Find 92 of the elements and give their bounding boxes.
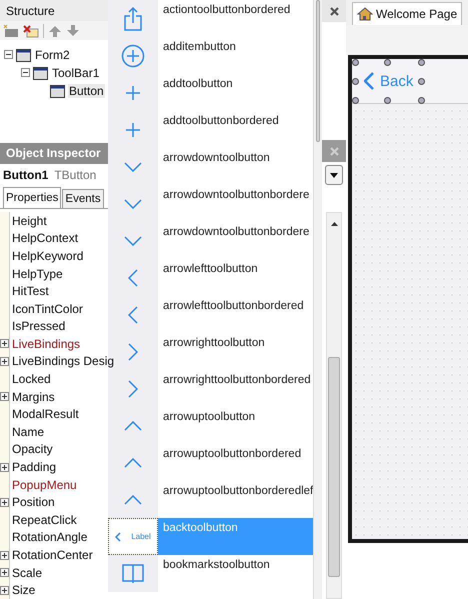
dropdown-button[interactable] bbox=[325, 165, 343, 185]
form-icon bbox=[33, 66, 48, 80]
selection-handle[interactable] bbox=[418, 78, 425, 85]
tab-label: Welcome Page bbox=[376, 7, 458, 21]
property-name[interactable]: Locked bbox=[12, 370, 114, 388]
property-name[interactable]: Name bbox=[12, 423, 114, 441]
expand-icon[interactable] bbox=[0, 392, 9, 402]
tree-item[interactable]: Form2 bbox=[34, 48, 71, 62]
chevron-up-icon bbox=[124, 494, 142, 504]
plus-mark-icon bbox=[2, 570, 7, 576]
property-name[interactable]: RepeatClick bbox=[12, 511, 114, 529]
caret-icon bbox=[330, 172, 338, 178]
scroll-thumb[interactable] bbox=[328, 357, 340, 577]
property-name[interactable]: Position bbox=[12, 493, 114, 512]
plus-mark-icon bbox=[2, 552, 7, 558]
property-name[interactable]: PopupMenu bbox=[12, 476, 114, 494]
tab[interactable]: Properties bbox=[3, 186, 62, 208]
chevron-down-icon bbox=[124, 236, 142, 246]
chevron-right-icon bbox=[128, 342, 138, 360]
tree-item[interactable]: Button bbox=[68, 84, 105, 98]
form-icon bbox=[16, 48, 31, 62]
plus-mark-icon bbox=[2, 588, 7, 593]
preview-label: Label bbox=[131, 532, 151, 541]
property-name[interactable]: RotationCenter bbox=[12, 546, 114, 564]
property-name[interactable]: Margins bbox=[12, 388, 114, 406]
plus-mark-icon bbox=[2, 394, 7, 400]
property-name[interactable]: HelpKeyword bbox=[12, 247, 114, 265]
property-name[interactable]: LiveBindings Desig bbox=[12, 352, 114, 370]
chevron-left-icon bbox=[115, 532, 122, 542]
document-tab[interactable]: Welcome Page bbox=[352, 2, 462, 25]
share-icon bbox=[122, 6, 144, 32]
arrow-down-icon bbox=[66, 24, 80, 38]
property-name[interactable]: HitTest bbox=[12, 282, 114, 300]
panel-title: Structure bbox=[0, 0, 108, 22]
component-name: Button1 bbox=[3, 168, 48, 182]
arrow-up-icon bbox=[330, 221, 338, 227]
collapse-icon bbox=[4, 50, 13, 60]
plus-mark-icon bbox=[2, 358, 7, 364]
close-icon bbox=[330, 146, 338, 156]
scroll-thumb[interactable] bbox=[316, 0, 320, 142]
plus-mark-icon bbox=[2, 500, 7, 505]
plus-mark-icon bbox=[2, 464, 7, 470]
tree-item[interactable]: ToolBar1 bbox=[51, 66, 100, 80]
collapse-icon bbox=[21, 68, 30, 78]
chevron-right-icon bbox=[128, 380, 138, 398]
form-icon bbox=[50, 84, 65, 98]
chevron-left-icon bbox=[364, 72, 374, 90]
selection-handle[interactable] bbox=[418, 59, 425, 66]
delete-icon bbox=[23, 24, 39, 38]
expand-icon[interactable] bbox=[0, 498, 9, 507]
close-icon bbox=[330, 6, 338, 16]
chevron-down-icon bbox=[124, 162, 142, 172]
new-folder-icon bbox=[3, 24, 19, 38]
property-name[interactable]: HelpType bbox=[12, 264, 114, 282]
selection-handle[interactable] bbox=[352, 78, 359, 85]
house-icon bbox=[357, 7, 373, 21]
component-type: TButton bbox=[54, 168, 96, 182]
selection-handle[interactable] bbox=[384, 97, 391, 104]
plus-icon bbox=[126, 86, 140, 100]
property-name[interactable]: Opacity bbox=[12, 440, 114, 458]
chevron-up-icon bbox=[124, 420, 142, 430]
property-name[interactable]: IconTintColor bbox=[12, 300, 114, 318]
panel-title: Object Inspector bbox=[0, 142, 108, 164]
property-name[interactable]: Height bbox=[12, 212, 114, 230]
property-name[interactable]: Size bbox=[12, 581, 114, 599]
book-icon bbox=[122, 564, 144, 584]
arrow-up-icon bbox=[48, 24, 62, 38]
expand-icon[interactable] bbox=[0, 586, 9, 595]
chevron-left-icon bbox=[128, 268, 138, 286]
chevron-up-icon bbox=[124, 458, 142, 468]
expand-icon[interactable] bbox=[0, 550, 9, 560]
property-name[interactable]: Padding bbox=[12, 458, 114, 476]
property-name[interactable]: Scale bbox=[12, 564, 114, 582]
selection-handle[interactable] bbox=[384, 59, 391, 66]
property-name[interactable]: IsPressed bbox=[12, 318, 114, 336]
selection-handle[interactable] bbox=[352, 97, 359, 104]
selection-handle[interactable] bbox=[418, 97, 425, 104]
property-name[interactable]: ModalResult bbox=[12, 405, 114, 424]
expand-icon[interactable] bbox=[0, 462, 9, 472]
property-name[interactable]: RotationAngle bbox=[12, 528, 114, 546]
expand-icon[interactable] bbox=[0, 339, 9, 348]
property-name[interactable]: LiveBindings bbox=[12, 335, 114, 353]
expand-icon[interactable] bbox=[0, 356, 9, 366]
add-circle-icon bbox=[121, 44, 145, 68]
plus-mark-icon bbox=[2, 341, 7, 346]
expand-icon[interactable] bbox=[0, 568, 9, 578]
chevron-left-icon bbox=[128, 306, 138, 324]
plus-icon bbox=[126, 122, 140, 136]
tab[interactable]: Events bbox=[62, 188, 104, 208]
chevron-down-icon bbox=[124, 198, 142, 208]
property-name[interactable]: HelpContext bbox=[12, 230, 114, 248]
selection-handle[interactable] bbox=[352, 59, 359, 66]
